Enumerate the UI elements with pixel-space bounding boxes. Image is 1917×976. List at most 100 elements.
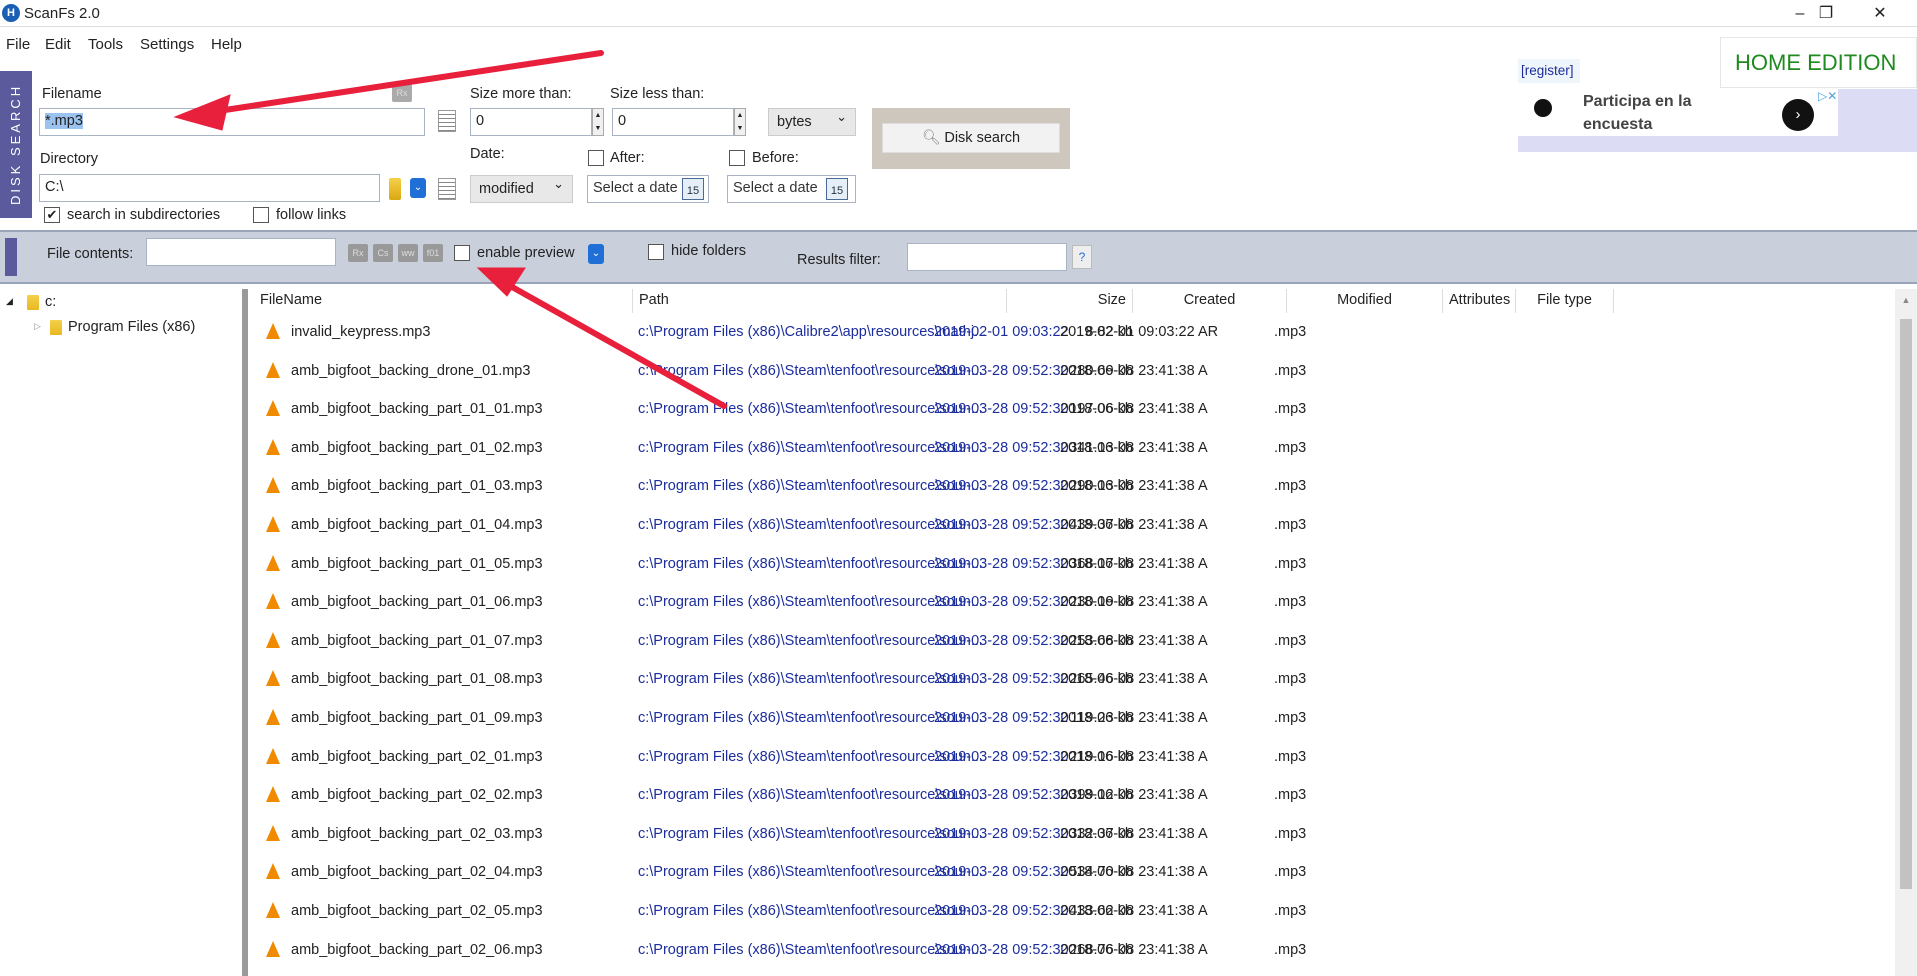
regex-button[interactable]: Rx: [392, 84, 412, 102]
binary-toggle[interactable]: f01: [423, 244, 443, 262]
table-row[interactable]: amb_bigfoot_backing_part_02_04.mp3 c:\Pro…: [254, 854, 1889, 892]
tree-node-program-files[interactable]: Program Files (x86): [50, 319, 195, 335]
cell-created: 2019-03-28 09:52:30: [934, 594, 1069, 611]
cell-path: c:\Program Files (x86)\Steam\tenfoot\res…: [638, 478, 983, 495]
column-header-modified[interactable]: Modified: [1287, 289, 1443, 313]
preview-dropdown-icon[interactable]: ⌄: [588, 244, 604, 264]
table-row[interactable]: amb_bigfoot_backing_part_01_05.mp3 c:\Pro…: [254, 546, 1889, 584]
cell-path: c:\Program Files (x86)\Steam\tenfoot\res…: [638, 362, 983, 379]
table-row[interactable]: amb_bigfoot_backing_part_02_06.mp3 c:\Pro…: [254, 932, 1889, 970]
cell-filename: amb_bigfoot_backing_part_01_09.mp3: [291, 710, 543, 726]
cell-attributes: A: [1198, 710, 1208, 726]
table-row[interactable]: amb_bigfoot_backing_part_02_01.mp3 c:\Pro…: [254, 739, 1889, 777]
case-toggle[interactable]: Cs: [373, 244, 393, 262]
enable-preview-checkbox[interactable]: [454, 245, 470, 261]
size-unit-select[interactable]: bytes: [768, 108, 856, 136]
menu-edit[interactable]: Edit: [45, 36, 71, 53]
cell-file-type: .mp3: [1274, 748, 1307, 765]
enable-preview-label: enable preview: [477, 245, 575, 261]
filename-input[interactable]: *.mp3: [39, 108, 425, 136]
table-row[interactable]: amb_bigfoot_backing_part_02_03.mp3 c:\Pro…: [254, 816, 1889, 854]
after-checkbox[interactable]: [588, 150, 604, 166]
table-row[interactable]: amb_bigfoot_backing_part_02_02.mp3 c:\Pro…: [254, 777, 1889, 815]
table-row[interactable]: amb_bigfoot_backing_part_01_03.mp3 c:\Pro…: [254, 468, 1889, 506]
cell-attributes: A: [1198, 439, 1208, 456]
cell-modified: 2018-06-08 23:41:38: [1060, 478, 1195, 495]
table-row[interactable]: amb_bigfoot_backing_part_01_02.mp3 c:\Pro…: [254, 430, 1889, 468]
table-row[interactable]: amb_bigfoot_backing_part_01_08.mp3 c:\Pro…: [254, 661, 1889, 699]
ad-next-icon[interactable]: ›: [1782, 99, 1814, 131]
cell-modified: 2018-06-08 23:41:38: [1060, 748, 1195, 765]
results-filter-input[interactable]: [907, 243, 1067, 271]
table-row[interactable]: amb_bigfoot_backing_part_01_09.mp3 c:\Pro…: [254, 700, 1889, 738]
subdirs-checkbox[interactable]: ✔: [44, 207, 60, 223]
file-contents-input[interactable]: [146, 238, 336, 266]
menu-settings[interactable]: Settings: [140, 36, 194, 53]
disk-search-button[interactable]: 🔍︎ Disk search: [882, 123, 1060, 153]
folder-browse-icon[interactable]: [389, 178, 401, 200]
dropdown-icon[interactable]: ⌄: [410, 178, 426, 198]
table-row[interactable]: amb_bigfoot_backing_part_01_07.mp3 c:\Pro…: [254, 623, 1889, 661]
table-row[interactable]: amb_bigfoot_backing_part_01_06.mp3 c:\Pro…: [254, 584, 1889, 622]
column-header-attributes[interactable]: Attributes: [1443, 289, 1516, 313]
cell-modified: 2018-06-08 23:41:38: [1060, 787, 1195, 804]
expand-icon[interactable]: ▷: [34, 321, 41, 332]
register-link[interactable]: [register]: [1518, 59, 1580, 83]
scroll-up-icon[interactable]: ▲: [1895, 295, 1917, 305]
follow-links-checkbox[interactable]: [253, 207, 269, 223]
table-row[interactable]: amb_bigfoot_backing_part_01_04.mp3 c:\Pro…: [254, 507, 1889, 545]
before-checkbox[interactable]: [729, 150, 745, 166]
table-row[interactable]: amb_bigfoot_backing_part_01_01.mp3 c:\Pro…: [254, 391, 1889, 429]
cell-modified: 2018-06-08 23:41:38: [1060, 401, 1195, 418]
column-header-created[interactable]: Created: [1133, 289, 1287, 313]
ad-banner[interactable]: Participa en la encuesta › ▷✕: [1518, 89, 1917, 152]
column-header-file-type[interactable]: File type: [1516, 289, 1614, 313]
whole-word-toggle[interactable]: ww: [398, 244, 418, 262]
disk-search-tab[interactable]: DISK SEARCH: [0, 71, 32, 218]
cell-created: 2019-03-28 09:52:30: [934, 787, 1069, 804]
date-type-select[interactable]: modified: [470, 175, 573, 203]
regex-toggle[interactable]: Rx: [348, 244, 368, 262]
cell-path: c:\Program Files (x86)\Steam\tenfoot\res…: [638, 748, 983, 765]
directory-input[interactable]: C:\: [39, 174, 380, 202]
table-row[interactable]: invalid_keypress.mp3 c:\Program Files (x8…: [254, 314, 1889, 352]
cell-path: c:\Program Files (x86)\Steam\tenfoot\res…: [638, 787, 983, 804]
scrollbar-thumb[interactable]: [1900, 319, 1912, 889]
hide-folders-checkbox[interactable]: [648, 244, 664, 260]
menu-file[interactable]: File: [6, 36, 30, 53]
help-button[interactable]: ?: [1072, 245, 1092, 269]
cell-attributes: A: [1198, 748, 1208, 765]
cell-modified: 2018-06-08 23:41:38: [1060, 632, 1195, 649]
list-icon[interactable]: [438, 178, 456, 200]
menu-help[interactable]: Help: [211, 36, 242, 53]
cell-file-type: .mp3: [1274, 941, 1307, 958]
ad-close-icon[interactable]: ▷✕: [1818, 89, 1837, 103]
column-header-size[interactable]: Size: [1007, 289, 1133, 313]
calendar-icon[interactable]: 15: [682, 178, 704, 200]
vlc-file-icon: [266, 631, 280, 648]
size-more-spinner[interactable]: ▲ ▼: [592, 108, 604, 136]
cell-attributes: A: [1198, 401, 1208, 418]
calendar-icon[interactable]: 15: [826, 178, 848, 200]
collapse-icon[interactable]: ◢: [6, 296, 13, 307]
tree-node-c[interactable]: c:: [27, 294, 56, 310]
column-header-filename[interactable]: FileName: [254, 289, 633, 313]
cell-attributes: AR: [1198, 324, 1219, 340]
cell-filename: amb_bigfoot_backing_part_01_07.mp3: [291, 632, 543, 649]
close-button[interactable]: ✕: [1860, 2, 1900, 26]
list-icon[interactable]: [438, 110, 456, 132]
cell-path: c:\Program Files (x86)\Steam\tenfoot\res…: [638, 903, 983, 919]
vertical-scrollbar[interactable]: ▲: [1895, 289, 1917, 976]
size-less-spinner[interactable]: ▲ ▼: [734, 108, 746, 136]
restore-button[interactable]: ❐: [1806, 2, 1846, 26]
cell-file-type: .mp3: [1274, 517, 1307, 533]
cell-modified: 2018-06-08 23:41:38: [1060, 710, 1195, 726]
cell-file-type: .mp3: [1274, 478, 1307, 495]
table-row[interactable]: amb_bigfoot_backing_drone_01.mp3 c:\Progr…: [254, 353, 1889, 391]
size-less-input[interactable]: 0: [612, 108, 734, 136]
column-header-path[interactable]: Path: [633, 289, 1007, 313]
side-tab-handle[interactable]: [5, 238, 17, 276]
menu-tools[interactable]: Tools: [88, 36, 123, 53]
size-more-input[interactable]: 0: [470, 108, 592, 136]
table-row[interactable]: amb_bigfoot_backing_part_02_05.mp3 c:\Pro…: [254, 893, 1889, 931]
